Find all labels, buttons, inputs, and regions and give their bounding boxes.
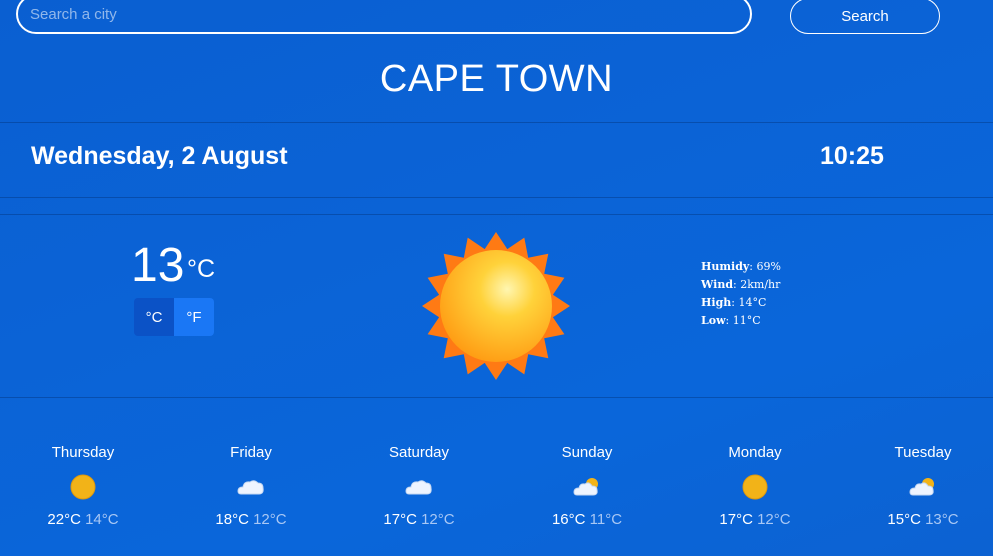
- current-temperature: 13: [131, 239, 185, 292]
- wind-row: Wind: 2km/hr: [701, 278, 781, 291]
- search-button[interactable]: Search: [790, 0, 940, 34]
- partly-cloudy-icon: [909, 478, 934, 496]
- forecast-temp: 17°C 12°C: [383, 511, 455, 528]
- weather-details: Humidy: 69% Wind: 2km/hr High: 14°C Low:…: [701, 258, 781, 330]
- forecast-temp: 22°C 14°C: [47, 511, 119, 528]
- forecast-temp: 16°C 11°C: [551, 511, 623, 528]
- cloud-icon: [237, 480, 264, 495]
- cloud-icon: [405, 480, 432, 495]
- forecast-day: Tuesday 15°C 13°C: [863, 444, 983, 528]
- sun-icon: [742, 474, 768, 500]
- divider: [0, 197, 993, 198]
- forecast-day-name: Friday: [230, 444, 272, 461]
- divider: [0, 122, 993, 123]
- forecast-day: Friday 18°C 12°C: [191, 444, 311, 528]
- forecast-day: Sunday 16°C 11°C: [527, 444, 647, 528]
- sun-icon: [70, 474, 96, 500]
- sun-icon: [422, 232, 570, 380]
- time-label: 10:25: [820, 142, 884, 170]
- forecast-day: Monday 17°C 12°C: [695, 444, 815, 528]
- celsius-button[interactable]: °C: [134, 298, 174, 336]
- forecast-day-name: Tuesday: [894, 444, 952, 461]
- forecast-day-name: Monday: [728, 444, 782, 461]
- forecast-day: Saturday 17°C 12°C: [359, 444, 479, 528]
- humidity-row: Humidy: 69%: [701, 260, 781, 273]
- fahrenheit-button[interactable]: °F: [174, 298, 214, 336]
- high-row: High: 14°C: [701, 296, 767, 309]
- divider: [0, 397, 993, 398]
- partly-cloudy-icon: [573, 478, 598, 496]
- forecast-day-name: Thursday: [51, 444, 115, 461]
- city-title: CAPE TOWN: [379, 58, 614, 100]
- forecast-temp: 18°C 12°C: [215, 511, 287, 528]
- search-input[interactable]: [16, 0, 752, 34]
- forecast-temp: 17°C 12°C: [719, 511, 791, 528]
- date-label: Wednesday, 2 August: [31, 142, 288, 170]
- forecast-day-name: Saturday: [388, 444, 450, 461]
- forecast-day-name: Sunday: [561, 444, 613, 461]
- forecast-day: Thursday 22°C 14°C: [23, 444, 143, 528]
- current-temperature-unit: °C: [187, 255, 216, 283]
- low-row: Low: 11°C: [701, 314, 761, 327]
- divider: [0, 214, 993, 215]
- forecast-temp: 15°C 13°C: [887, 511, 959, 528]
